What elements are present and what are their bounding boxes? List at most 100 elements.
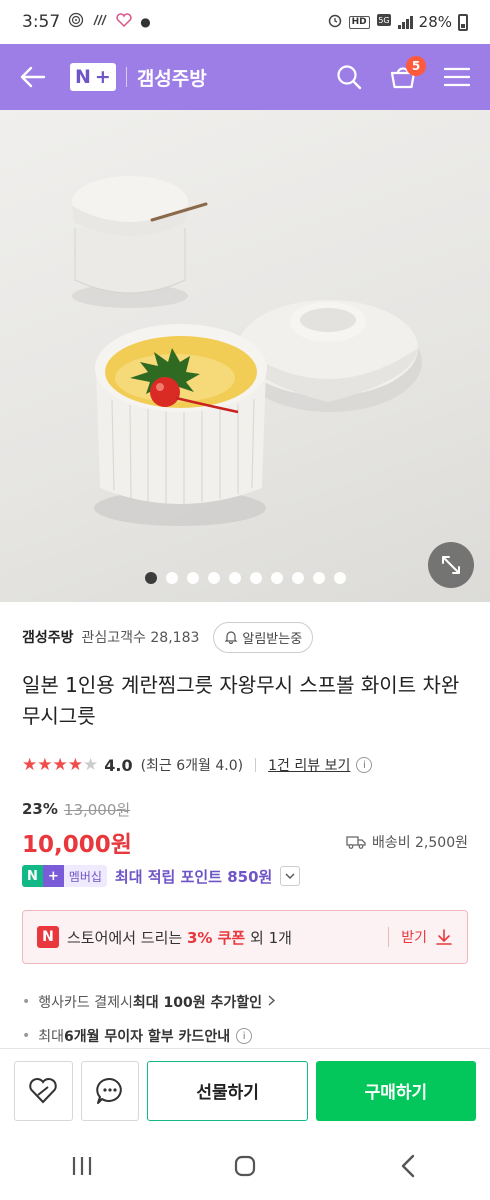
star-rating: ★★★★★ — [22, 755, 98, 775]
signal-icon — [397, 15, 413, 29]
star-icon: ★ — [52, 755, 68, 775]
download-icon — [436, 929, 452, 945]
info-icon[interactable]: i — [356, 757, 373, 773]
badge-n: N — [22, 865, 43, 887]
back-icon[interactable] — [378, 1146, 438, 1186]
divider — [255, 758, 257, 772]
svg-text:5G: 5G — [378, 16, 389, 25]
bottom-action-bar: 선물하기 구매하기 — [0, 1048, 490, 1132]
notification-dot-icon: ● — [140, 15, 151, 29]
rating-row: ★★★★★ 4.0 (최근 6개월 4.0) 1건 리뷰 보기 i — [22, 752, 468, 778]
carousel-dot[interactable] — [228, 572, 241, 584]
truck-icon — [346, 836, 366, 849]
system-nav-bar — [0, 1132, 490, 1200]
naver-n-icon: N — [37, 926, 59, 948]
star-icon: ★ — [37, 755, 53, 775]
shipping-info: 배송비 2,500원 — [346, 832, 468, 852]
card-discount-benefit[interactable]: • 행사카드 결제시 최대 100원 추가할인 — [22, 990, 468, 1014]
sale-price: 10,000원 — [22, 832, 132, 858]
gift-button[interactable]: 선물하기 — [147, 1060, 308, 1121]
chevron-down-icon[interactable] — [280, 866, 301, 886]
search-icon[interactable] — [334, 62, 364, 92]
alert-label: 알림받는중 — [242, 631, 303, 647]
buy-button[interactable]: 구매하기 — [315, 1060, 476, 1121]
battery-percent: 28% — [418, 13, 452, 31]
app-header: N + 갬성주방 5 — [0, 44, 490, 110]
header-divider — [125, 67, 127, 87]
star-icon: ★ — [22, 755, 38, 775]
carousel-dot[interactable] — [333, 572, 346, 584]
expand-image-button[interactable] — [428, 542, 474, 588]
expand-icon — [442, 556, 460, 574]
home-icon[interactable] — [215, 1146, 275, 1186]
card-benefit-prefix: 행사카드 결제시 — [38, 995, 133, 1011]
naver-plus-logo[interactable]: N + — [70, 63, 116, 91]
discount-row: 23% 13,000원 — [22, 798, 130, 820]
logo-n: N — [75, 66, 91, 88]
cart-icon[interactable]: 5 — [388, 56, 426, 92]
watchers-text: 관심고객수 — [81, 630, 146, 646]
coupon-prefix: 스토어에서 드리는 — [67, 928, 187, 947]
points-text: 최대 적립 포인트 850원 — [114, 867, 273, 886]
product-title: 일본 1인용 계란찜그릇 자왕무시 스프볼 화이트 차완무시그릇 — [22, 673, 460, 728]
carousel-dot[interactable] — [207, 572, 220, 584]
watchers-count: 28,183 — [150, 630, 200, 646]
chat-bubble-icon — [96, 1077, 122, 1104]
alarm-icon — [327, 12, 343, 32]
battery-icon — [458, 13, 468, 31]
bullet: • — [22, 994, 31, 1010]
wifi-calling-icon — [92, 13, 108, 31]
membership-points-row[interactable]: N + 멤버십 최대 적립 포인트 850원 — [22, 863, 468, 889]
coupon-banner[interactable]: N 스토어에서 드리는 3% 쿠폰 외 1개 받기 — [22, 910, 468, 964]
talk-inquiry-button[interactable] — [80, 1060, 140, 1121]
divider — [388, 927, 390, 947]
recent-apps-icon[interactable] — [52, 1146, 112, 1186]
product-image[interactable] — [0, 110, 490, 602]
badge-plus: + — [42, 865, 64, 887]
price-row: 10,000원 배송비 2,500원 — [22, 826, 468, 858]
bullet: • — [22, 1028, 31, 1044]
rating-period: (최근 6개월 4.0) — [140, 758, 244, 774]
logo-plus: + — [94, 66, 111, 88]
store-info-row: 갬성주방 관심고객수 28,183 알림받는중 — [22, 620, 468, 654]
bell-icon — [224, 631, 238, 644]
coupon-get-button[interactable]: 받기 — [401, 927, 453, 947]
coupon-text: 스토어에서 드리는 3% 쿠폰 외 1개 — [67, 927, 292, 948]
carousel-dot[interactable] — [291, 572, 304, 584]
carousel-dot[interactable] — [186, 572, 199, 584]
discount-percent: 23% — [22, 800, 58, 818]
chevron-right-icon — [268, 994, 276, 1010]
original-price: 13,000원 — [63, 800, 131, 819]
review-link[interactable]: 1건 리뷰 보기 — [268, 755, 350, 775]
heart-link-icon — [29, 1077, 58, 1103]
rating-score: 4.0 — [104, 755, 133, 775]
wishlist-button[interactable] — [14, 1060, 73, 1121]
carousel-dot[interactable] — [144, 572, 157, 584]
carousel-dot[interactable] — [270, 572, 283, 584]
product-photo — [72, 176, 422, 526]
shipping-fee: 배송비 2,500원 — [371, 835, 468, 851]
coupon-suffix: 외 1개 — [245, 928, 292, 947]
menu-icon[interactable] — [442, 62, 472, 92]
5g-signal-icon: 5G — [376, 12, 392, 32]
installment-benefit[interactable]: • 최대 6개월 무이자 할부 카드안내 i — [22, 1024, 468, 1048]
carousel-dot[interactable] — [249, 572, 262, 584]
fingerprint-icon — [68, 12, 84, 32]
status-time: 3:57 — [22, 12, 61, 32]
store-name-link[interactable]: 갬성주방 — [22, 627, 74, 647]
membership-badge: N + 멤버십 — [22, 865, 107, 887]
alert-subscribe-button[interactable]: 알림받는중 — [213, 621, 314, 653]
heart-icon — [116, 13, 132, 31]
status-bar: 3:57 ● HD 5G 28% — [0, 0, 490, 44]
info-icon[interactable]: i — [236, 1028, 253, 1044]
header-store-name[interactable]: 갬성주방 — [137, 64, 207, 91]
watchers-label: 관심고객수 28,183 — [82, 627, 200, 647]
hd-voice-badge: HD — [348, 15, 370, 29]
carousel-dot[interactable] — [165, 572, 178, 584]
install-benefit-bold: 6개월 무이자 할부 카드안내 — [64, 1029, 231, 1045]
coupon-highlight: 3% 쿠폰 — [186, 928, 246, 947]
back-arrow-icon[interactable] — [18, 62, 48, 92]
install-benefit-prefix: 최대 — [38, 1029, 65, 1045]
carousel-dot[interactable] — [312, 572, 325, 584]
card-benefit-bold: 최대 100원 추가할인 — [132, 995, 263, 1011]
